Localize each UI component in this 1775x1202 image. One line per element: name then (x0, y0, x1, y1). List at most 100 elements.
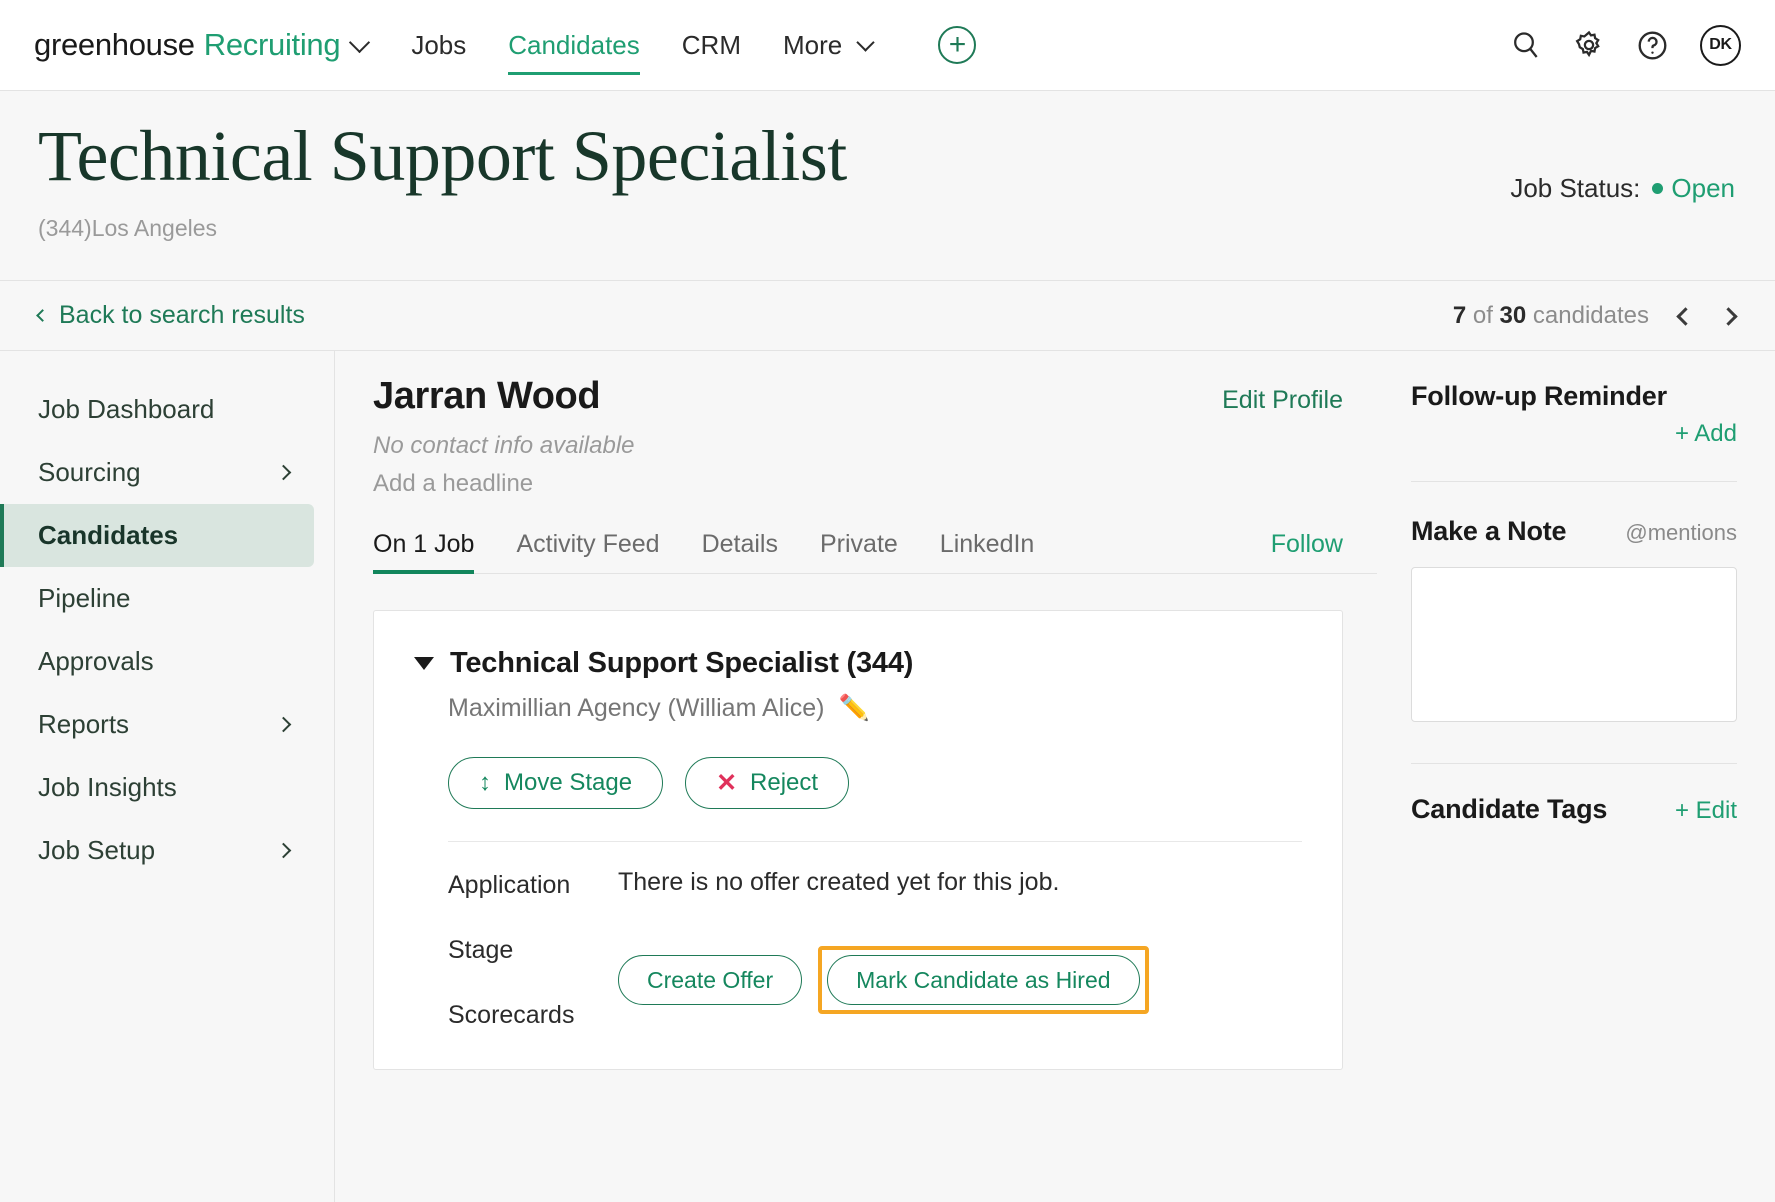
sidebar-item-job-insights[interactable]: Job Insights (0, 756, 314, 819)
sidebar-item-label: Pipeline (38, 583, 131, 614)
add-reminder-link[interactable]: + Add (1411, 420, 1737, 448)
note-input[interactable] (1411, 567, 1737, 722)
sidebar-item-label: Job Insights (38, 772, 177, 803)
help-icon[interactable] (1636, 29, 1669, 62)
job-card-title: Technical Support Specialist (344) (450, 647, 913, 680)
top-navigation-bar: greenhouse Recruiting Jobs Candidates CR… (0, 0, 1775, 91)
sidebar-item-pipeline[interactable]: Pipeline (0, 567, 314, 630)
job-status-value: Open (1671, 173, 1735, 204)
nav-item-more[interactable]: More (783, 24, 872, 67)
pager-total: 30 (1500, 302, 1527, 329)
avatar-initials: DK (1709, 36, 1732, 54)
back-and-pager-bar: Back to search results 7 of 30 candidate… (0, 281, 1775, 351)
job-status: Job Status: Open (1510, 173, 1735, 204)
nav-item-candidates[interactable]: Candidates (508, 24, 640, 67)
nav-item-more-label: More (783, 30, 842, 60)
offer-buttons: Create Offer Mark Candidate as Hired (618, 946, 1149, 1014)
job-card-agency-row: Maximillian Agency (William Alice) ✏️ (448, 694, 1302, 723)
tab-on-1-job[interactable]: On 1 Job (373, 530, 474, 573)
make-a-note-title: Make a Note (1411, 516, 1566, 547)
close-x-icon: ✕ (716, 771, 737, 796)
mentions-hint[interactable]: @mentions (1625, 520, 1737, 546)
pager-noun: candidates (1533, 302, 1649, 329)
add-headline-link[interactable]: Add a headline (373, 470, 1377, 498)
candidate-tags-header: Candidate Tags + Edit (1411, 794, 1737, 825)
edit-tags-link[interactable]: + Edit (1675, 797, 1737, 825)
nav-right-actions: DK (1510, 25, 1741, 66)
mark-candidate-as-hired-button[interactable]: Mark Candidate as Hired (827, 955, 1139, 1005)
application-label: Application (448, 868, 618, 900)
sidebar-item-label: Candidates (38, 520, 178, 551)
reject-label: Reject (750, 769, 818, 797)
sidebar-item-label: Sourcing (38, 457, 141, 488)
pager-of: of (1473, 302, 1493, 329)
sidebar-item-label: Job Setup (38, 835, 155, 866)
tab-private[interactable]: Private (820, 530, 898, 573)
job-card-agency: Maximillian Agency (William Alice) (448, 694, 824, 723)
gear-icon[interactable] (1573, 29, 1605, 61)
divider (1411, 481, 1737, 482)
collapse-toggle-icon[interactable] (414, 657, 434, 670)
create-offer-button[interactable]: Create Offer (618, 955, 802, 1005)
sidebar-item-approvals[interactable]: Approvals (0, 630, 314, 693)
more-chevron-down-icon (857, 33, 875, 51)
move-stage-label: Move Stage (504, 769, 632, 797)
candidate-tags-title: Candidate Tags (1411, 794, 1607, 825)
follow-up-reminder-title: Follow-up Reminder (1411, 381, 1667, 412)
search-icon[interactable] (1510, 29, 1542, 61)
candidate-contact-info: No contact info available (373, 432, 1377, 460)
job-status-label: Job Status: (1510, 173, 1640, 204)
follow-up-reminder-header: Follow-up Reminder (1411, 381, 1737, 412)
page-body: Job Dashboard Sourcing Candidates Pipeli… (0, 351, 1775, 1202)
back-to-search-results-link[interactable]: Back to search results (38, 301, 305, 330)
stage-label: Stage (448, 933, 618, 965)
tab-activity-feed[interactable]: Activity Feed (516, 530, 659, 573)
main-content: Edit Profile Jarran Wood No contact info… (335, 351, 1377, 1202)
left-sidebar: Job Dashboard Sourcing Candidates Pipeli… (0, 351, 335, 1202)
brand-primary-text: greenhouse (34, 27, 195, 63)
sidebar-item-sourcing[interactable]: Sourcing (0, 441, 314, 504)
pager-current: 7 (1453, 302, 1466, 329)
edit-profile-link[interactable]: Edit Profile (1222, 386, 1343, 415)
brand-logo[interactable]: greenhouse Recruiting (34, 27, 367, 63)
chevron-left-icon (36, 309, 49, 322)
job-card-fields: Application There is no offer created ye… (448, 868, 1302, 1030)
make-a-note-header: Make a Note @mentions (1411, 516, 1737, 547)
mark-hired-label: Mark Candidate as Hired (856, 967, 1110, 994)
tab-linkedin[interactable]: LinkedIn (940, 530, 1035, 573)
job-application-card: Technical Support Specialist (344) Maxim… (373, 610, 1343, 1070)
sidebar-item-job-dashboard[interactable]: Job Dashboard (0, 378, 314, 441)
job-header: Technical Support Specialist (344)Los An… (0, 91, 1775, 281)
sidebar-item-job-setup[interactable]: Job Setup (0, 819, 314, 882)
next-candidate-button[interactable] (1722, 302, 1735, 330)
reject-button[interactable]: ✕ Reject (685, 757, 849, 809)
user-avatar[interactable]: DK (1700, 25, 1741, 66)
job-card-header: Technical Support Specialist (344) (414, 647, 1302, 680)
follow-link[interactable]: Follow (1271, 530, 1343, 573)
chevron-right-icon (276, 465, 292, 481)
add-new-button[interactable]: + (938, 26, 976, 64)
divider (1411, 763, 1737, 764)
chevron-right-icon (276, 843, 292, 859)
right-sidebar: Follow-up Reminder + Add Make a Note @me… (1377, 351, 1775, 1202)
sidebar-item-candidates[interactable]: Candidates (0, 504, 314, 567)
primary-menu: Jobs Candidates CRM More (411, 24, 914, 67)
job-subtitle: (344)Los Angeles (38, 215, 1737, 242)
move-stage-button[interactable]: ↕ Move Stage (448, 757, 663, 809)
brand-chevron-down-icon[interactable] (349, 32, 370, 53)
brand-secondary-text: Recruiting (204, 27, 341, 63)
plus-icon: + (949, 34, 967, 56)
spacer (448, 900, 1302, 933)
application-row: Application There is no offer created ye… (448, 868, 1302, 900)
nav-item-jobs[interactable]: Jobs (411, 24, 466, 67)
pencil-edit-icon[interactable]: ✏️ (838, 696, 869, 721)
tab-details[interactable]: Details (702, 530, 778, 573)
nav-item-crm[interactable]: CRM (682, 24, 741, 67)
create-offer-label: Create Offer (647, 967, 773, 994)
sidebar-item-reports[interactable]: Reports (0, 693, 314, 756)
candidate-pager: 7 of 30 candidates (1453, 302, 1735, 330)
chevron-right-icon (1719, 307, 1737, 325)
scorecards-label: Scorecards (448, 998, 618, 1030)
divider (448, 841, 1302, 842)
previous-candidate-button[interactable] (1679, 302, 1692, 330)
